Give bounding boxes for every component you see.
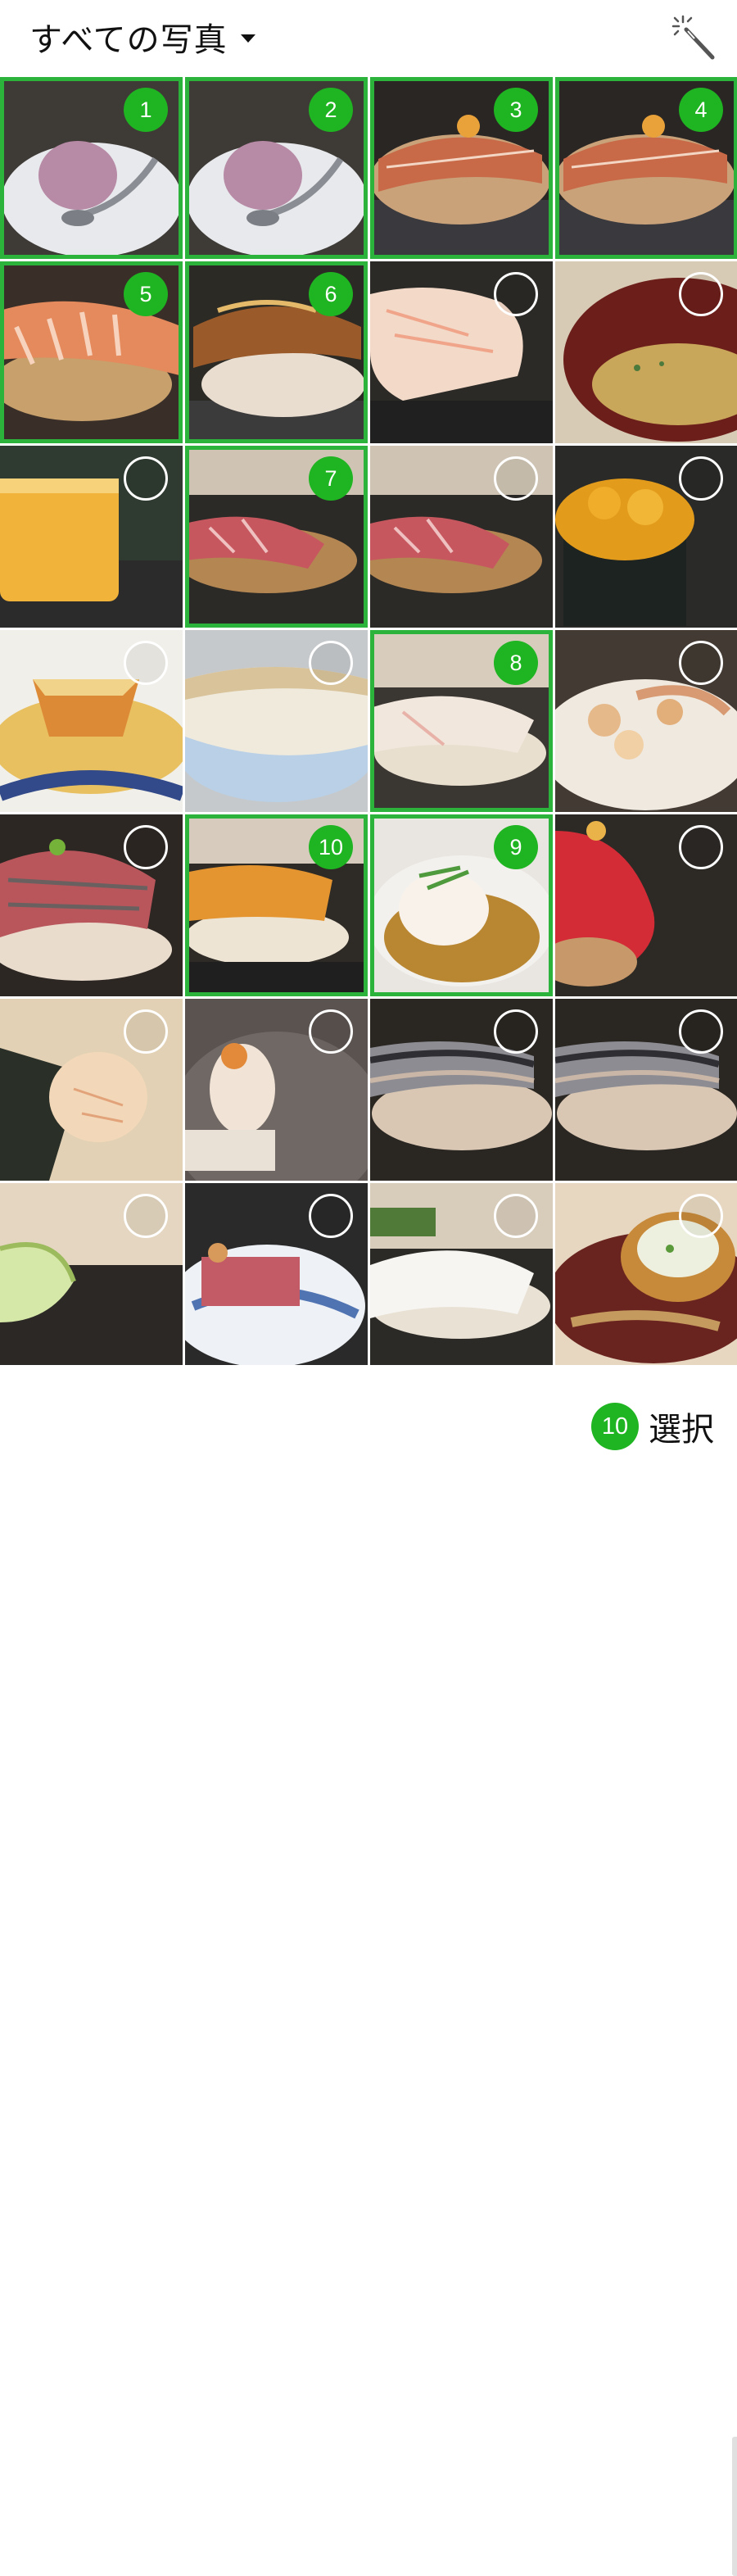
select-circle[interactable] [494, 1194, 538, 1238]
selection-order-badge[interactable]: 2 [309, 88, 353, 132]
select-circle[interactable] [124, 641, 168, 685]
select-button[interactable]: 10 選択 [591, 1403, 714, 1450]
scroll-handle[interactable] [732, 2437, 737, 2576]
select-circle[interactable] [494, 272, 538, 316]
photo-thumbnail[interactable] [185, 630, 368, 812]
top-bar: すべての写真 [0, 0, 737, 77]
select-circle[interactable] [679, 1009, 723, 1054]
selection-order-badge[interactable]: 6 [309, 272, 353, 316]
photo-thumbnail[interactable] [0, 1183, 183, 1365]
photo-thumbnail[interactable]: 9 [370, 814, 553, 996]
select-label: 選択 [649, 1411, 714, 1449]
select-circle[interactable] [679, 1194, 723, 1238]
photo-thumbnail[interactable] [0, 814, 183, 996]
select-circle[interactable] [309, 641, 353, 685]
selection-order-badge[interactable]: 10 [309, 825, 353, 869]
selection-order-badge[interactable]: 9 [494, 825, 538, 869]
photo-thumbnail[interactable]: 7 [185, 446, 368, 628]
select-circle[interactable] [679, 456, 723, 501]
bottom-bar: 10 選択 [0, 1372, 737, 2576]
photo-thumbnail[interactable] [555, 1183, 737, 1365]
caret-down-icon [240, 34, 255, 43]
selection-order-badge[interactable]: 1 [124, 88, 168, 132]
select-circle[interactable] [124, 1194, 168, 1238]
selection-order-badge[interactable]: 4 [679, 88, 723, 132]
photo-thumbnail[interactable]: 4 [555, 77, 737, 259]
photo-thumbnail[interactable] [185, 999, 368, 1181]
photo-thumbnail[interactable]: 8 [370, 630, 553, 812]
photo-thumbnail[interactable]: 2 [185, 77, 368, 259]
photo-thumbnail[interactable] [370, 446, 553, 628]
photo-thumbnail[interactable] [370, 1183, 553, 1365]
photo-thumbnail[interactable]: 10 [185, 814, 368, 996]
photo-thumbnail[interactable] [0, 999, 183, 1181]
magic-wand-icon[interactable] [670, 13, 719, 62]
photo-thumbnail[interactable] [555, 630, 737, 812]
photo-thumbnail[interactable]: 3 [370, 77, 553, 259]
photo-thumbnail[interactable] [185, 1183, 368, 1365]
select-circle[interactable] [679, 272, 723, 316]
select-circle[interactable] [124, 456, 168, 501]
photo-grid: 1 2 3 4 5 6 7 8 10 9 [0, 77, 737, 1372]
selection-order-badge[interactable]: 5 [124, 272, 168, 316]
select-circle[interactable] [124, 825, 168, 869]
select-circle[interactable] [494, 1009, 538, 1054]
select-circle[interactable] [309, 1009, 353, 1054]
photo-thumbnail[interactable]: 6 [185, 261, 368, 443]
photo-thumbnail[interactable] [0, 630, 183, 812]
selection-order-badge[interactable]: 3 [494, 88, 538, 132]
select-circle[interactable] [124, 1009, 168, 1054]
photo-thumbnail[interactable] [370, 261, 553, 443]
selected-count-badge: 10 [591, 1403, 639, 1450]
select-circle[interactable] [494, 456, 538, 501]
photo-thumbnail[interactable]: 5 [0, 261, 183, 443]
album-title: すべての写真 [29, 21, 228, 59]
photo-thumbnail[interactable] [555, 261, 737, 443]
selection-order-badge[interactable]: 8 [494, 641, 538, 685]
select-circle[interactable] [679, 641, 723, 685]
photo-thumbnail[interactable] [0, 446, 183, 628]
photo-thumbnail[interactable] [370, 999, 553, 1181]
select-circle[interactable] [309, 1194, 353, 1238]
photo-thumbnail[interactable]: 1 [0, 77, 183, 259]
photo-thumbnail[interactable] [555, 814, 737, 996]
photo-thumbnail[interactable] [555, 446, 737, 628]
photo-thumbnail[interactable] [555, 999, 737, 1181]
selection-order-badge[interactable]: 7 [309, 456, 353, 501]
select-circle[interactable] [679, 825, 723, 869]
album-selector[interactable]: すべての写真 [29, 11, 255, 62]
